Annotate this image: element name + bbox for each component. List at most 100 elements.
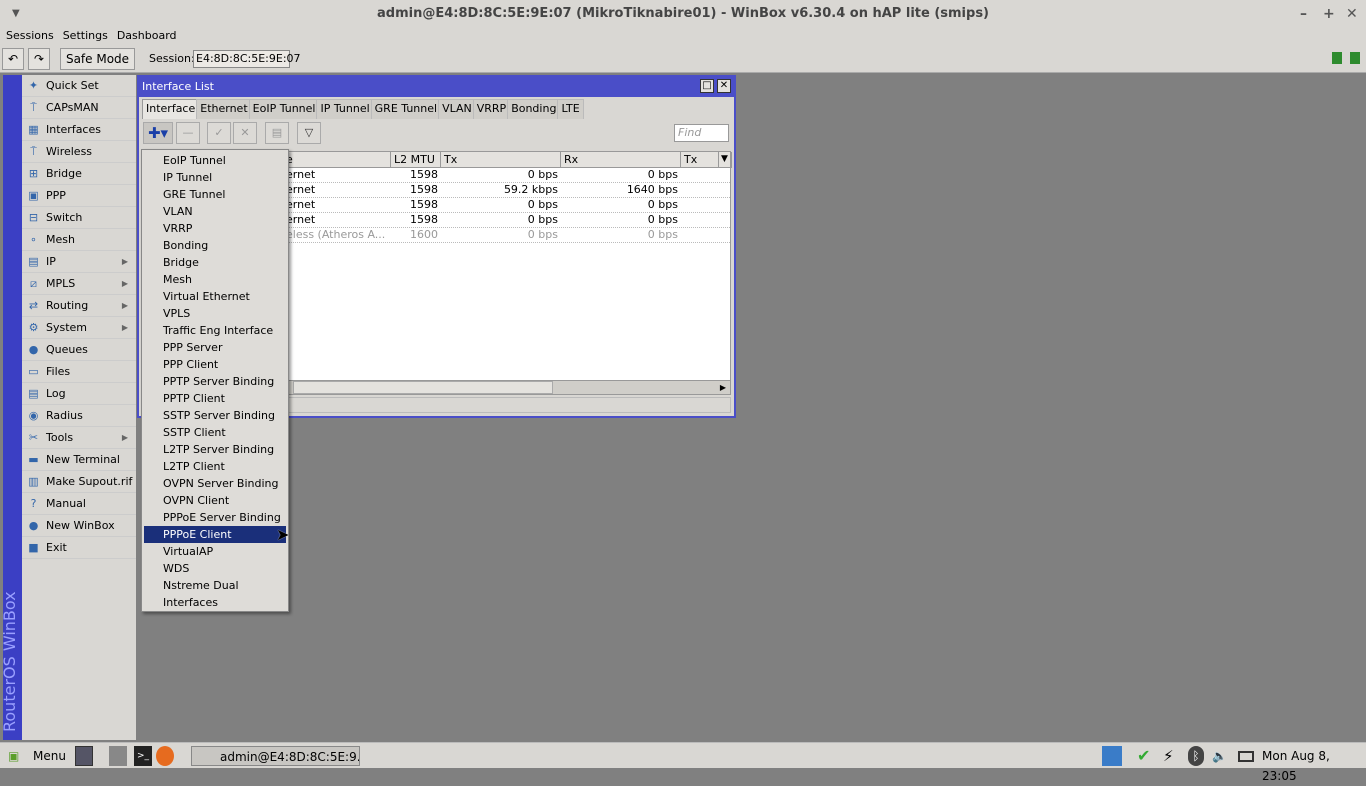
minimize-button[interactable]: – (1300, 0, 1307, 28)
menu-item-interfaces[interactable]: Interfaces (144, 594, 286, 611)
add-button[interactable]: ✚▾ (143, 122, 173, 144)
session-field[interactable]: E4:8D:8C:5E:9E:07 (193, 50, 301, 68)
menu-item-pptp-client[interactable]: PPTP Client (144, 390, 286, 407)
bluetooth-icon[interactable]: ᛒ (1188, 746, 1204, 766)
volume-icon[interactable]: 🔈 (1212, 746, 1227, 766)
menu-dashboard[interactable]: Dashboard (111, 28, 180, 44)
disable-button[interactable]: ✕ (233, 122, 257, 144)
sidebar-item-capsman[interactable]: ⍑ CAPsMAN (22, 97, 136, 119)
enable-button[interactable]: ✓ (207, 122, 231, 144)
menu-item-sstp-server-binding[interactable]: SSTP Server Binding (144, 407, 286, 424)
menu-item-pptp-server-binding[interactable]: PPTP Server Binding (144, 373, 286, 390)
col-tx[interactable]: Tx (441, 152, 561, 168)
sidebar-item-interfaces[interactable]: ▦ Interfaces (22, 119, 136, 141)
menu-item-ip-tunnel[interactable]: IP Tunnel (144, 169, 286, 186)
mint-logo-icon[interactable]: ▣ (8, 746, 19, 766)
menu-item-ppp-server[interactable]: PPP Server (144, 339, 286, 356)
menu-item-virtual-ethernet[interactable]: Virtual Ethernet (144, 288, 286, 305)
tab-lte[interactable]: LTE (557, 99, 584, 119)
menu-item-l2tp-server-binding[interactable]: L2TP Server Binding (144, 441, 286, 458)
safe-mode-button[interactable]: Safe Mode (60, 48, 135, 70)
sidebar-item-bridge[interactable]: ⊞ Bridge (22, 163, 136, 185)
sidebar-item-system[interactable]: ⚙ System ▶ (22, 317, 136, 339)
power-plug-icon[interactable]: ⚡ (1163, 746, 1174, 766)
window-menu-icon[interactable]: ▼ (12, 0, 20, 28)
show-desktop-icon[interactable] (75, 746, 93, 766)
columns-dropdown-icon[interactable]: ▼ (718, 152, 732, 168)
close-button[interactable]: ✕ (1346, 0, 1358, 28)
sidebar-item-routing[interactable]: ⇄ Routing ▶ (22, 295, 136, 317)
tab-eoip-tunnel[interactable]: EoIP Tunnel (248, 99, 320, 119)
tab-gre-tunnel[interactable]: GRE Tunnel (370, 99, 442, 119)
sidebar-item-log[interactable]: ▤ Log (22, 383, 136, 405)
battery-icon[interactable] (1238, 751, 1254, 762)
menu-item-pppoe-server-binding[interactable]: PPPoE Server Binding (144, 509, 286, 526)
menu-item-virtualap[interactable]: VirtualAP (144, 543, 286, 560)
terminal-icon[interactable]: >_ (134, 746, 152, 766)
menu-item-traffic-eng-interface[interactable]: Traffic Eng Interface (144, 322, 286, 339)
col-tx-packets[interactable]: Tx Pac (681, 152, 719, 168)
find-input[interactable]: Find (674, 124, 729, 142)
file-manager-icon[interactable] (109, 746, 127, 766)
window-title-bar[interactable]: Interface List □ ✕ (139, 77, 734, 97)
sidebar-item-ppp[interactable]: ▣ PPP (22, 185, 136, 207)
menu-item-gre-tunnel[interactable]: GRE Tunnel (144, 186, 286, 203)
sidebar-item-ip[interactable]: ▤ IP ▶ (22, 251, 136, 273)
undo-button[interactable]: ↶ (2, 48, 24, 70)
col-rx[interactable]: Rx (561, 152, 681, 168)
start-menu-button[interactable]: Menu (33, 746, 66, 766)
col-l2mtu[interactable]: L2 MTU (391, 152, 441, 168)
menu-item-sstp-client[interactable]: SSTP Client (144, 424, 286, 441)
close-icon[interactable]: ✕ (717, 79, 731, 93)
sidebar-item-exit[interactable]: ■ Exit (22, 537, 136, 559)
sidebar-item-make-supout-rif[interactable]: ▥ Make Supout.rif (22, 471, 136, 493)
sidebar-item-switch[interactable]: ⊟ Switch (22, 207, 136, 229)
sidebar-item-tools[interactable]: ✂ Tools ▶ (22, 427, 136, 449)
remove-button[interactable]: — (176, 122, 200, 144)
menu-item-ppp-client[interactable]: PPP Client (144, 356, 286, 373)
menu-item-pppoe-client[interactable]: PPPoE Client (144, 526, 286, 543)
shield-check-icon[interactable]: ✔ (1137, 746, 1150, 766)
network-icon[interactable] (1102, 746, 1122, 766)
menu-item-wds[interactable]: WDS (144, 560, 286, 577)
tab-bonding[interactable]: Bonding (507, 99, 561, 119)
tab-interface[interactable]: Interface (142, 99, 200, 119)
comment-button[interactable]: ▤ (265, 122, 289, 144)
taskbar-winbox-task[interactable]: admin@E4:8D:8C:5E:9... (191, 746, 360, 766)
menu-settings[interactable]: Settings (57, 28, 111, 44)
sidebar-item-radius[interactable]: ◉ Radius (22, 405, 136, 427)
sidebar-item-queues[interactable]: ● Queues (22, 339, 136, 361)
filter-button[interactable]: ▽ (297, 122, 321, 144)
sidebar-item-files[interactable]: ▭ Files (22, 361, 136, 383)
col-type[interactable]: e (283, 152, 391, 168)
tab-vlan[interactable]: VLAN (438, 99, 476, 119)
menu-item-bonding[interactable]: Bonding (144, 237, 286, 254)
menu-item-ovpn-client[interactable]: OVPN Client (144, 492, 286, 509)
maximize-button[interactable]: + (1323, 0, 1335, 28)
redo-button[interactable]: ↷ (28, 48, 50, 70)
sidebar-item-mpls[interactable]: ⧄ MPLS ▶ (22, 273, 136, 295)
menu-item-ovpn-server-binding[interactable]: OVPN Server Binding (144, 475, 286, 492)
menu-item-vpls[interactable]: VPLS (144, 305, 286, 322)
menu-item-eoip-tunnel[interactable]: EoIP Tunnel (144, 152, 286, 169)
sidebar-item-quick-set[interactable]: ✦ Quick Set (22, 75, 136, 97)
sidebar-item-manual[interactable]: ? Manual (22, 493, 136, 515)
menu-sessions[interactable]: Sessions (0, 28, 57, 44)
sidebar-item-new-winbox[interactable]: ● New WinBox (22, 515, 136, 537)
sidebar-item-new-terminal[interactable]: ▬ New Terminal (22, 449, 136, 471)
scroll-thumb[interactable] (293, 381, 553, 394)
sidebar-item-mesh[interactable]: ∘ Mesh (22, 229, 136, 251)
sidebar-item-wireless[interactable]: ⍑ Wireless (22, 141, 136, 163)
menu-item-vrrp[interactable]: VRRP (144, 220, 286, 237)
clock[interactable]: Mon Aug 8, 23:05 (1262, 746, 1366, 783)
menu-item-bridge[interactable]: Bridge (144, 254, 286, 271)
firefox-icon[interactable] (156, 746, 174, 766)
menu-item-nstreme-dual[interactable]: Nstreme Dual (144, 577, 286, 594)
menu-item-vlan[interactable]: VLAN (144, 203, 286, 220)
scroll-right-icon[interactable]: ▶ (716, 381, 730, 394)
tab-ethernet[interactable]: Ethernet (196, 99, 252, 119)
tab-vrrp[interactable]: VRRP (472, 99, 511, 119)
menu-item-l2tp-client[interactable]: L2TP Client (144, 458, 286, 475)
maximize-icon[interactable]: □ (700, 79, 714, 93)
tab-ip-tunnel[interactable]: IP Tunnel (316, 99, 374, 119)
